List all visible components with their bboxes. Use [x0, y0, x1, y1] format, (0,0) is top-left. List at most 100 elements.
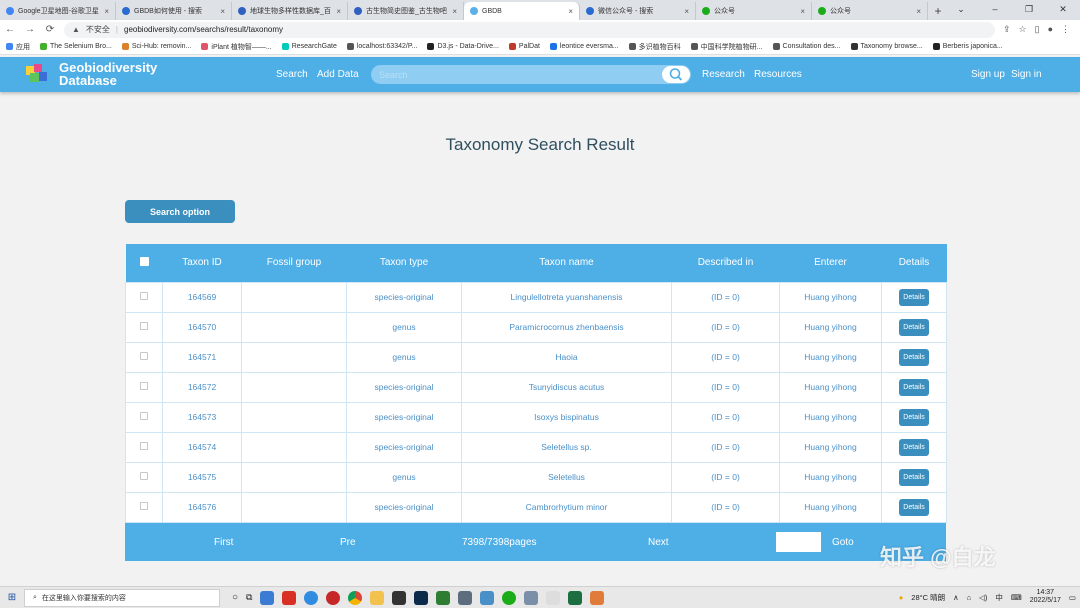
taskbar-clock[interactable]: 14:37 2022/5/17 — [1030, 589, 1061, 605]
taxon-name-cell[interactable]: Seletellus — [461, 461, 672, 493]
weather-text[interactable]: 28°C 晴朗 — [911, 592, 945, 603]
taxon-name-cell[interactable]: Paramicrocornus zhenbaensis — [461, 311, 672, 343]
bookmark-item[interactable]: localhost:63342/P... — [346, 43, 417, 50]
described-in-cell[interactable]: (ID = 0) — [671, 431, 780, 463]
taskbar-search-box[interactable]: ⌕ 在这里输入你要搜索的内容 — [24, 588, 220, 607]
described-in-cell[interactable]: (ID = 0) — [671, 311, 780, 343]
bookmark-item[interactable]: 应用 — [6, 42, 30, 52]
details-button[interactable]: Details — [899, 468, 929, 486]
bookmark-item[interactable]: Berberis japonica... — [932, 43, 1003, 50]
taxon-id-cell[interactable]: 164575 — [162, 461, 242, 493]
minimize-button[interactable]: – — [978, 0, 1012, 20]
task-view-icon[interactable]: ⧉ — [246, 592, 252, 603]
row-checkbox[interactable] — [140, 442, 148, 450]
bookmark-item[interactable]: The Selenium Bro... — [40, 43, 112, 50]
row-checkbox[interactable] — [140, 382, 148, 390]
menu-dots-icon[interactable]: ⋮ — [1061, 24, 1070, 35]
taxon-name-cell[interactable]: Seletellus sp. — [461, 431, 672, 463]
enterer-cell[interactable]: Huang yihong — [779, 491, 882, 523]
browser-tab[interactable]: 微信公众号 - 搜索 × — [580, 2, 696, 20]
folder-icon[interactable] — [370, 590, 385, 605]
app-icon[interactable] — [392, 590, 407, 605]
described-in-cell[interactable]: (ID = 0) — [671, 461, 780, 493]
prev-page-link[interactable]: Pre — [340, 537, 356, 548]
sign-up-link[interactable]: Sign up — [971, 69, 1005, 80]
keyboard-icon[interactable]: ⌨ — [1011, 593, 1022, 602]
browser-tab[interactable]: 古生物简史图鉴_古生物吧 × — [348, 2, 464, 20]
omnibox[interactable]: ▲ 不安全 | geobiodiversity.com/searchs/resu… — [64, 21, 995, 38]
nav-research-link[interactable]: Research — [702, 69, 745, 80]
taxon-id-cell[interactable]: 164573 — [162, 401, 242, 433]
tab-close-icon[interactable]: × — [220, 7, 225, 16]
notification-icon[interactable]: ▭ — [1069, 593, 1076, 602]
app-icon[interactable] — [458, 590, 473, 605]
browser-tab[interactable]: 公众号 × — [812, 2, 928, 20]
nav-resources-link[interactable]: Resources — [754, 69, 802, 80]
column-header[interactable]: Taxon type — [347, 244, 462, 282]
bookmark-item[interactable]: 中国科学院植物研... — [690, 42, 763, 52]
tab-close-icon[interactable]: × — [336, 7, 341, 16]
tab-close-icon[interactable]: × — [452, 7, 457, 16]
sign-in-link[interactable]: Sign in — [1011, 69, 1042, 80]
column-header[interactable]: Taxon ID — [163, 244, 242, 282]
described-in-cell[interactable]: (ID = 0) — [671, 371, 780, 403]
column-header[interactable]: Taxon name — [462, 244, 672, 282]
select-all-checkbox[interactable] — [139, 256, 149, 266]
next-page-link[interactable]: Next — [648, 537, 669, 548]
row-checkbox[interactable] — [140, 472, 148, 480]
taxon-name-cell[interactable]: Lingulellotreta yuanshanensis — [461, 281, 672, 313]
details-button[interactable]: Details — [899, 288, 929, 306]
site-brand[interactable]: Geobiodiversity Database — [59, 61, 157, 87]
described-in-cell[interactable]: (ID = 0) — [671, 341, 780, 373]
wechat-icon[interactable] — [502, 590, 517, 605]
details-button[interactable]: Details — [899, 408, 929, 426]
bookmark-item[interactable]: iPlant 植物智——... — [201, 42, 272, 52]
gbdb-logo-icon[interactable] — [26, 64, 48, 84]
taxon-name-cell[interactable]: Cambrorhytium minor — [461, 491, 672, 523]
profile-avatar-icon[interactable]: ● — [1048, 24, 1053, 35]
bookmark-item[interactable]: PalDat — [508, 43, 540, 50]
goto-page-input[interactable] — [776, 532, 821, 552]
tab-close-icon[interactable]: × — [104, 7, 109, 16]
app-icon[interactable] — [282, 590, 297, 605]
taxon-id-cell[interactable]: 164569 — [162, 281, 242, 313]
bookmark-item[interactable]: Sci-Hub: removin... — [121, 43, 191, 50]
site-search-input[interactable] — [379, 67, 659, 82]
app-icon[interactable] — [546, 590, 561, 605]
app-icon[interactable] — [524, 590, 539, 605]
excel-icon[interactable] — [568, 590, 583, 605]
enterer-cell[interactable]: Huang yihong — [779, 431, 882, 463]
volume-icon[interactable]: ◁) — [979, 593, 987, 602]
app-icon[interactable] — [304, 590, 319, 605]
search-option-button[interactable]: Search option — [125, 200, 235, 223]
taxon-id-cell[interactable]: 164570 — [162, 311, 242, 343]
cortana-icon[interactable]: ○ — [232, 592, 238, 603]
enterer-cell[interactable]: Huang yihong — [779, 311, 882, 343]
app-icon[interactable] — [590, 590, 605, 605]
windows-start-icon[interactable]: ⊞ — [0, 592, 24, 603]
tab-search-icon[interactable]: ⌄ — [944, 0, 978, 20]
side-panel-icon[interactable]: ▯ — [1035, 24, 1040, 35]
ime-indicator[interactable]: 中 — [995, 592, 1003, 603]
taxon-id-cell[interactable]: 164572 — [162, 371, 242, 403]
details-button[interactable]: Details — [899, 378, 929, 396]
row-checkbox[interactable] — [140, 322, 148, 330]
tab-close-icon[interactable]: × — [568, 7, 573, 16]
enterer-cell[interactable]: Huang yihong — [779, 371, 882, 403]
browser-tab[interactable]: 地球生物多样性数据库_百 × — [232, 2, 348, 20]
maximize-button[interactable]: ❐ — [1012, 0, 1046, 20]
tray-overflow-icon[interactable]: ∧ — [953, 593, 959, 602]
enterer-cell[interactable]: Huang yihong — [779, 341, 882, 373]
bookmark-star-icon[interactable]: ☆ — [1019, 24, 1027, 35]
enterer-cell[interactable]: Huang yihong — [779, 401, 882, 433]
bookmark-item[interactable]: 多识植物百科 — [628, 42, 681, 52]
column-header[interactable]: Enterer — [780, 244, 882, 282]
url-text[interactable]: geobiodiversity.com/searchs/result/taxon… — [124, 25, 283, 34]
bookmark-item[interactable]: ResearchGate — [281, 43, 337, 50]
bookmark-item[interactable]: Consultation des... — [772, 43, 841, 50]
column-header[interactable]: Described in — [672, 244, 780, 282]
taxon-name-cell[interactable]: Haoia — [461, 341, 672, 373]
described-in-cell[interactable]: (ID = 0) — [671, 281, 780, 313]
taxon-id-cell[interactable]: 164571 — [162, 341, 242, 373]
search-button[interactable] — [662, 66, 690, 83]
